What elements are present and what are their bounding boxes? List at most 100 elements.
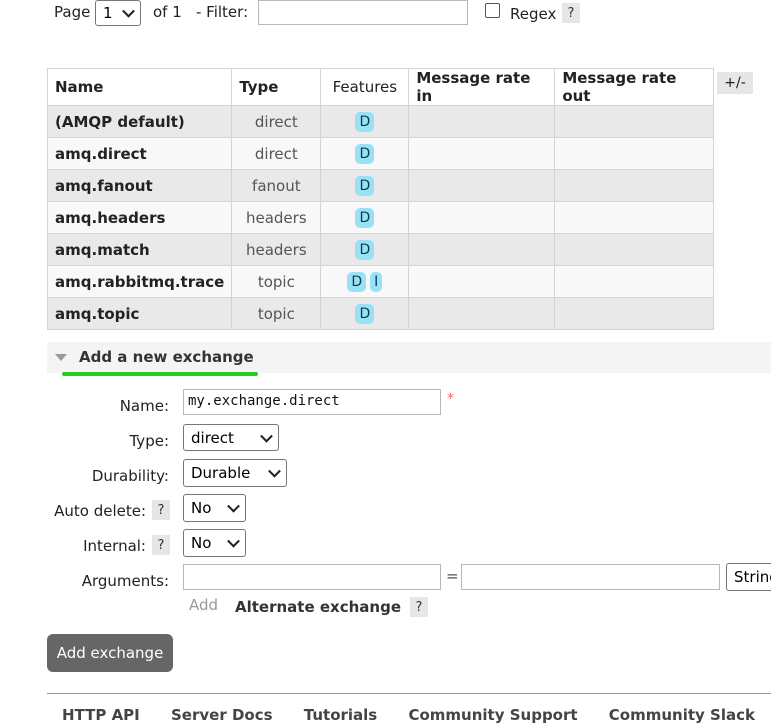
toggle-columns-button[interactable]: +/- — [717, 72, 753, 94]
filter-input[interactable] — [258, 0, 468, 25]
equals-sign: = — [446, 567, 459, 585]
table-row[interactable]: amq.headers headers D — [46, 201, 715, 234]
exchange-features: D — [320, 137, 410, 170]
internal-help-button[interactable]: ? — [152, 535, 170, 555]
alternate-exchange-link[interactable]: Alternate exchange — [235, 598, 401, 616]
exchange-type: topic — [231, 265, 322, 298]
exchange-features: D — [320, 105, 410, 138]
auto-delete-label: Auto delete: — [54, 502, 146, 520]
durability-select[interactable]: Durable — [183, 459, 287, 487]
required-mark: * — [447, 391, 454, 407]
rate-out-cell — [554, 169, 715, 202]
exchange-name-input[interactable]: my.exchange.direct — [183, 389, 441, 415]
footer-links: HTTP API Server Docs Tutorials Community… — [62, 706, 755, 724]
rate-in-cell — [408, 297, 556, 330]
column-header-features: Features — [320, 68, 410, 106]
argument-key-input[interactable] — [183, 564, 441, 590]
table-row[interactable]: amq.rabbitmq.trace topic DI — [46, 265, 715, 298]
internal-label: Internal: — [83, 537, 146, 555]
exchange-name[interactable]: amq.rabbitmq.trace — [46, 265, 233, 298]
auto-delete-select-value: No — [191, 499, 212, 517]
exchange-type: headers — [231, 201, 322, 234]
exchange-type: headers — [231, 233, 322, 266]
exchange-name[interactable]: amq.direct — [46, 137, 233, 170]
page-select-value: 1 — [103, 4, 113, 22]
durable-badge: D — [355, 207, 375, 228]
footer-link-tutorials[interactable]: Tutorials — [304, 706, 377, 724]
durable-badge: D — [355, 111, 375, 132]
regex-checkbox[interactable] — [485, 3, 500, 18]
footer-link-community-slack[interactable]: Community Slack — [609, 706, 755, 724]
column-header-rate-out: Message rate out — [554, 68, 715, 106]
rate-out-cell — [554, 137, 715, 170]
rate-in-cell — [408, 233, 556, 266]
add-argument-link[interactable]: Add — [189, 596, 218, 614]
regex-label: Regex — [510, 5, 557, 23]
add-exchange-title: Add a new exchange — [79, 348, 254, 366]
durable-badge: D — [355, 303, 375, 324]
rate-out-cell — [554, 265, 715, 298]
exchange-features: DI — [320, 265, 410, 298]
argument-type-value: String — [734, 568, 771, 586]
table-row[interactable]: amq.topic topic D — [46, 297, 715, 330]
add-exchange-header[interactable]: Add a new exchange — [47, 342, 771, 373]
exchange-features: D — [320, 169, 410, 202]
exchange-features: D — [320, 201, 410, 234]
chevron-down-icon — [260, 429, 273, 443]
alternate-exchange-help-button[interactable]: ? — [410, 597, 428, 617]
table-row[interactable]: amq.match headers D — [46, 233, 715, 266]
table-row[interactable]: (AMQP default) direct D — [46, 105, 715, 138]
table-row[interactable]: amq.direct direct D — [46, 137, 715, 170]
internal-select-value: No — [191, 534, 212, 552]
rate-in-cell — [408, 201, 556, 234]
chevron-down-icon — [227, 499, 240, 513]
chevron-down-icon — [268, 464, 281, 478]
exchange-name[interactable]: amq.topic — [46, 297, 233, 330]
regex-help-button[interactable]: ? — [562, 3, 580, 23]
footer-divider — [47, 693, 771, 694]
page-count: of 1 — [153, 3, 182, 21]
collapse-triangle-icon — [55, 354, 67, 361]
rate-in-cell — [408, 169, 556, 202]
argument-value-input[interactable] — [461, 564, 720, 590]
durable-badge: D — [347, 271, 367, 292]
durable-badge: D — [355, 239, 375, 260]
rate-in-cell — [408, 105, 556, 138]
exchange-name[interactable]: amq.match — [46, 233, 233, 266]
column-header-rate-in: Message rate in — [408, 68, 556, 106]
rate-out-cell — [554, 297, 715, 330]
exchange-type: direct — [231, 137, 322, 170]
durable-badge: D — [355, 143, 375, 164]
filter-label: - Filter: — [196, 3, 249, 21]
auto-delete-help-button[interactable]: ? — [152, 500, 170, 520]
type-select[interactable]: direct — [183, 424, 279, 451]
exchange-name[interactable]: amq.headers — [46, 201, 233, 234]
rate-in-cell — [408, 137, 556, 170]
exchange-features: D — [320, 297, 410, 330]
column-header-type[interactable]: Type — [231, 68, 322, 106]
durability-select-value: Durable — [191, 464, 251, 482]
durability-label: Durability: — [91, 467, 169, 485]
exchange-type: topic — [231, 297, 322, 330]
column-header-name[interactable]: Name — [46, 68, 233, 106]
exchange-name[interactable]: amq.fanout — [46, 169, 233, 202]
durable-badge: D — [355, 175, 375, 196]
exchange-type: direct — [231, 105, 322, 138]
exchange-name[interactable]: (AMQP default) — [46, 105, 233, 138]
rate-out-cell — [554, 201, 715, 234]
argument-type-select[interactable]: String — [726, 563, 771, 591]
rate-out-cell — [554, 105, 715, 138]
internal-select[interactable]: No — [183, 529, 246, 557]
chevron-down-icon — [122, 4, 135, 18]
add-exchange-button[interactable]: Add exchange — [47, 634, 173, 672]
footer-link-community-support[interactable]: Community Support — [408, 706, 577, 724]
auto-delete-select[interactable]: No — [183, 494, 246, 522]
exchanges-table: Name Type Features Message rate in Messa… — [46, 68, 715, 330]
page-select[interactable]: 1 — [95, 0, 141, 26]
rate-in-cell — [408, 265, 556, 298]
footer-link-http-api[interactable]: HTTP API — [62, 706, 140, 724]
footer-link-server-docs[interactable]: Server Docs — [171, 706, 273, 724]
table-row[interactable]: amq.fanout fanout D — [46, 169, 715, 202]
exchange-features: D — [320, 233, 410, 266]
page-label: Page — [54, 3, 91, 21]
